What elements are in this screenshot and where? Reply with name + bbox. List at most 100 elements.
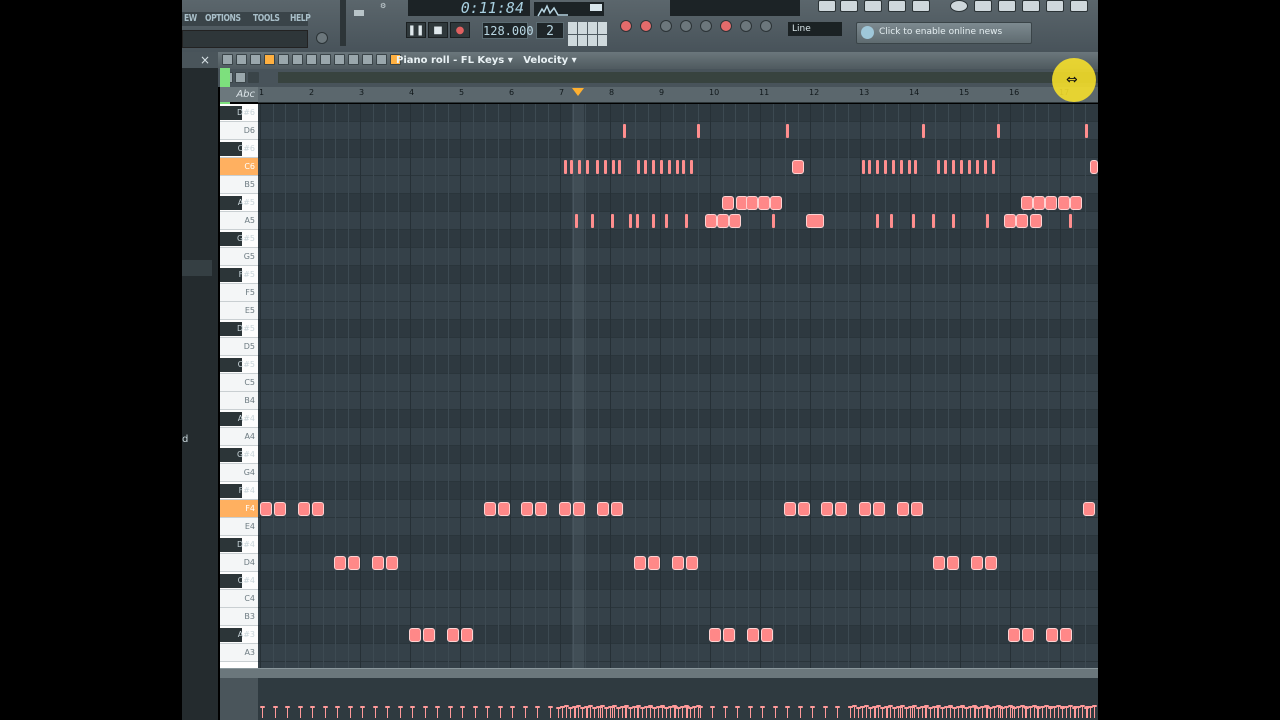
velocity-stick[interactable]: [568, 707, 573, 718]
velocity-stick[interactable]: [996, 705, 1001, 718]
velocity-stick[interactable]: [1036, 707, 1041, 718]
note[interactable]: [933, 556, 945, 570]
note[interactable]: [611, 214, 614, 228]
velocity-stick[interactable]: [1088, 706, 1093, 718]
note[interactable]: [985, 556, 997, 570]
velocity-stick[interactable]: [785, 706, 790, 718]
velocity-stick[interactable]: [656, 706, 661, 718]
note[interactable]: [660, 160, 663, 174]
note[interactable]: [697, 124, 700, 138]
velocity-stick[interactable]: [910, 706, 915, 718]
note[interactable]: [1016, 214, 1028, 228]
note[interactable]: [821, 502, 833, 516]
note[interactable]: [668, 160, 671, 174]
velocity-stick[interactable]: [723, 706, 728, 718]
browser-close-button[interactable]: ×: [198, 53, 212, 67]
note[interactable]: [984, 160, 987, 174]
piano-key[interactable]: C#6: [220, 140, 258, 158]
note[interactable]: [597, 502, 609, 516]
velocity-stick[interactable]: [610, 706, 615, 718]
piano-key[interactable]: D4: [220, 554, 258, 572]
note[interactable]: [952, 160, 955, 174]
note[interactable]: [348, 556, 360, 570]
note[interactable]: [786, 124, 789, 138]
note[interactable]: [636, 214, 639, 228]
note[interactable]: [911, 502, 923, 516]
mixer-icon[interactable]: [912, 0, 930, 12]
export-icon[interactable]: [998, 0, 1016, 12]
velocity-stick[interactable]: [1010, 706, 1015, 718]
note[interactable]: [665, 214, 668, 228]
velocity-stick[interactable]: [932, 706, 937, 718]
velocity-stick[interactable]: [972, 705, 977, 718]
piano-key[interactable]: A#3: [220, 626, 258, 644]
velocity-stick[interactable]: [1084, 707, 1089, 718]
velocity-stick[interactable]: [680, 706, 685, 718]
velocity-stick[interactable]: [710, 706, 715, 718]
master-volume-slider[interactable]: [340, 0, 346, 46]
velocity-stick[interactable]: [398, 706, 403, 718]
velocity-stick[interactable]: [880, 707, 885, 718]
chevron-down-icon[interactable]: ▾: [572, 55, 577, 66]
velocity-stick[interactable]: [760, 706, 765, 718]
velocity-stick[interactable]: [584, 706, 589, 718]
velocity-stick[interactable]: [798, 706, 803, 718]
note[interactable]: [997, 124, 1000, 138]
note[interactable]: [447, 628, 459, 642]
key-label-toggle[interactable]: Abc: [220, 87, 258, 102]
velocity-stick[interactable]: [773, 706, 778, 718]
select-tool-icon[interactable]: [334, 54, 345, 65]
snap-icon[interactable]: [250, 54, 261, 65]
velocity-stick[interactable]: [335, 706, 340, 718]
pause-button[interactable]: ❚❚: [406, 22, 426, 38]
velocity-stick[interactable]: [984, 705, 989, 718]
piano-key[interactable]: A4: [220, 428, 258, 446]
velocity-stick[interactable]: [688, 707, 693, 718]
velocity-stick[interactable]: [1056, 705, 1061, 718]
note[interactable]: [591, 214, 594, 228]
note[interactable]: [573, 502, 585, 516]
note[interactable]: [423, 628, 435, 642]
note[interactable]: [876, 160, 879, 174]
note[interactable]: [873, 502, 885, 516]
velocity-stick[interactable]: [992, 706, 997, 718]
note[interactable]: [770, 196, 782, 210]
note[interactable]: [634, 556, 646, 570]
velocity-stick[interactable]: [868, 707, 873, 718]
velocity-stick[interactable]: [498, 706, 503, 718]
note[interactable]: [1069, 214, 1072, 228]
velocity-stick[interactable]: [1012, 707, 1017, 718]
note[interactable]: [792, 160, 804, 174]
velocity-stick[interactable]: [735, 706, 740, 718]
chevron-down-icon[interactable]: ▾: [508, 55, 513, 66]
velocity-stick[interactable]: [423, 706, 428, 718]
time-display[interactable]: 0:11:84: [408, 0, 530, 16]
note[interactable]: [835, 502, 847, 516]
left-arrow-icon[interactable]: [248, 72, 259, 83]
playhead-marker[interactable]: [572, 88, 584, 96]
note[interactable]: [1085, 124, 1088, 138]
online-news-button[interactable]: Click to enable online news: [856, 22, 1032, 44]
piano-key[interactable]: F4: [220, 500, 258, 518]
velocity-stick[interactable]: [900, 705, 905, 718]
velocity-stick[interactable]: [692, 706, 697, 718]
piano-key[interactable]: C4: [220, 590, 258, 608]
record-option-4[interactable]: [680, 20, 692, 32]
velocity-stick[interactable]: [1028, 706, 1033, 718]
tempo-display[interactable]: 128.000: [482, 22, 534, 39]
record-option-8[interactable]: [760, 20, 772, 32]
note[interactable]: [586, 160, 589, 174]
note[interactable]: [1083, 502, 1095, 516]
menu-tools[interactable]: TOOLS: [253, 12, 280, 26]
note[interactable]: [652, 160, 655, 174]
velocity-stick[interactable]: [323, 706, 328, 718]
record-option-5[interactable]: [700, 20, 712, 32]
note[interactable]: [685, 214, 688, 228]
menu-help[interactable]: HELP: [290, 12, 311, 26]
velocity-stick[interactable]: [385, 706, 390, 718]
note[interactable]: [876, 214, 879, 228]
piano-key[interactable]: E4: [220, 518, 258, 536]
velocity-stick[interactable]: [273, 706, 278, 718]
note[interactable]: [604, 160, 607, 174]
velocity-stick[interactable]: [968, 706, 973, 718]
